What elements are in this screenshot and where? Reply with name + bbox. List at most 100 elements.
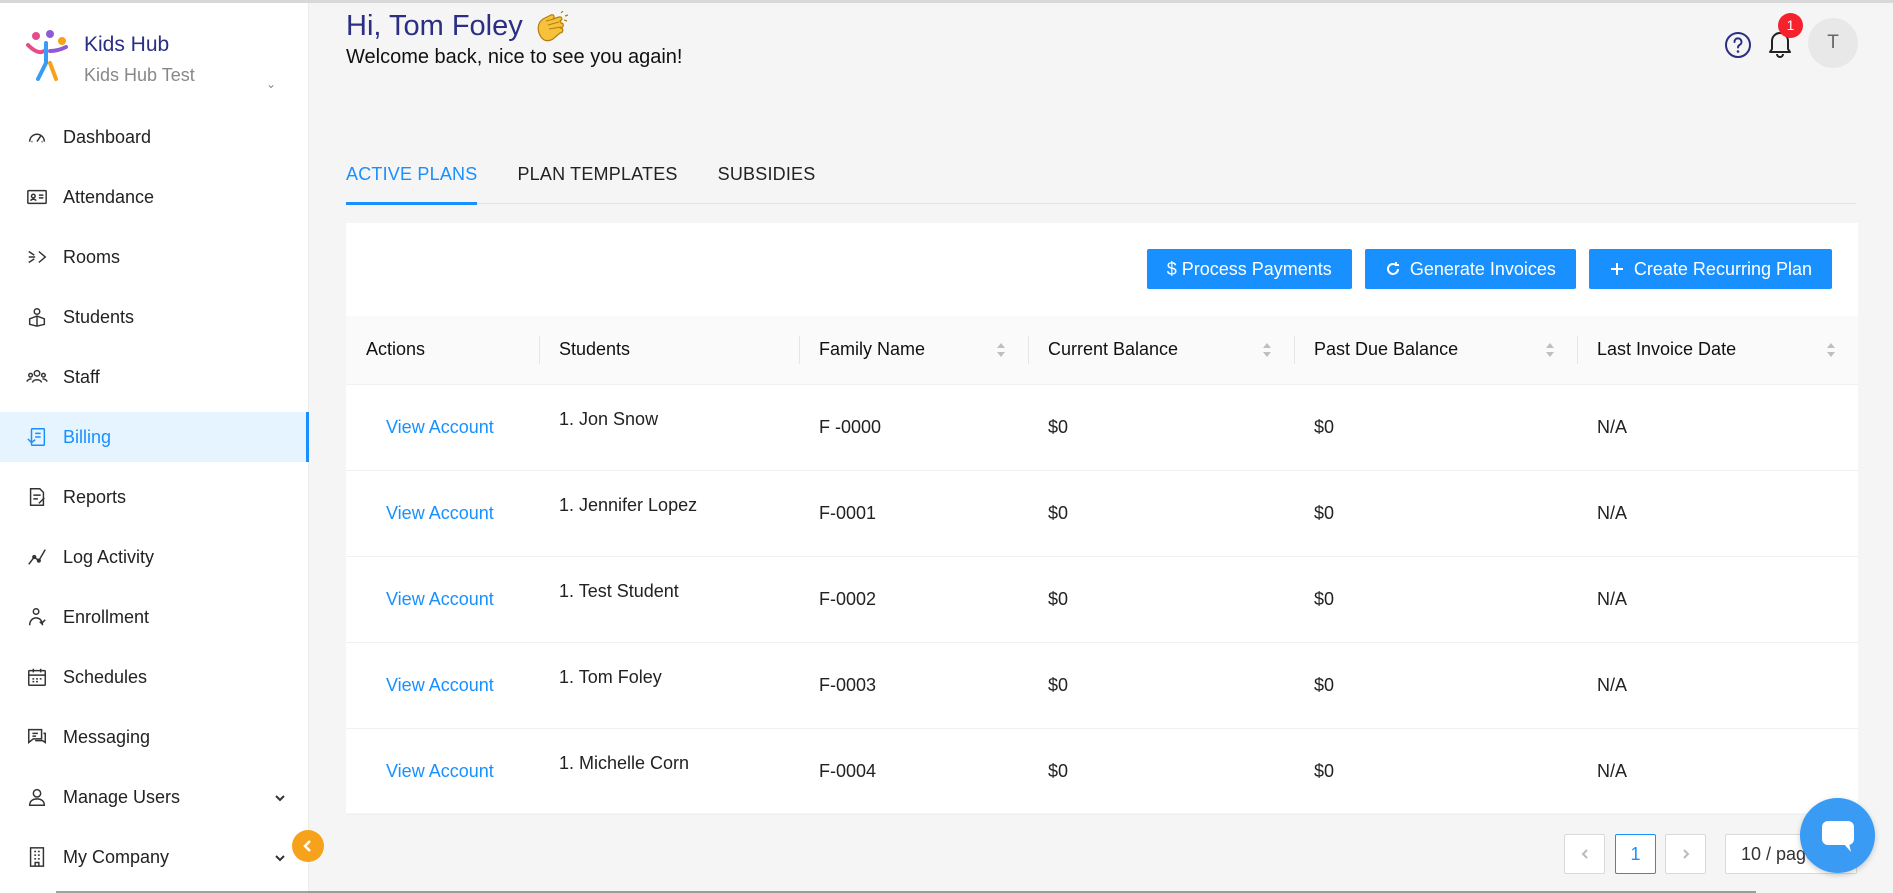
calendar-icon (26, 666, 48, 688)
past-due-balance-cell: $0 (1294, 728, 1577, 815)
sidebar-item-schedules[interactable]: Schedules (0, 652, 309, 702)
students-icon (26, 306, 48, 328)
brand[interactable]: Kids Hub Kids Hub Test (24, 29, 195, 86)
sidebar-item-reports[interactable]: Reports (0, 472, 309, 522)
current-balance-cell: $0 (1028, 642, 1294, 729)
column-header-last-invoice-date[interactable]: Last Invoice Date (1577, 316, 1858, 385)
welcome-text: Welcome back, nice to see you again! (346, 46, 683, 68)
sidebar-item-label: Messaging (63, 726, 151, 747)
sidebar-item-dashboard[interactable]: Dashboard (0, 112, 309, 162)
chat-bubble-icon (1821, 820, 1854, 852)
view-account-link[interactable]: View Account (346, 470, 539, 557)
last-invoice-date-cell: N/A (1577, 470, 1858, 557)
id-card-icon (26, 186, 48, 208)
student-cell: 1. Jon Snow (539, 384, 799, 471)
current-balance-cell: $0 (1028, 728, 1294, 815)
sidebar-item-my-company[interactable]: My Company (0, 832, 309, 882)
staff-icon (26, 366, 48, 388)
last-invoice-date-cell: N/A (1577, 642, 1858, 729)
column-header-actions: Actions (346, 316, 539, 385)
column-header-past-due-balance[interactable]: Past Due Balance (1294, 316, 1577, 385)
chevron-down-icon[interactable] (273, 849, 287, 863)
sidebar-item-label: Staff (63, 366, 100, 387)
table-header-row: Actions Students Family Name Current Bal… (346, 316, 1858, 385)
sidebar-item-enrollment[interactable]: Enrollment (0, 592, 309, 642)
column-header-students: Students (539, 316, 799, 385)
student-cell: 1. Tom Foley (539, 642, 799, 729)
chevron-left-icon (303, 840, 311, 852)
clapping-hands-icon (537, 10, 568, 41)
family-name-cell: F-0001 (799, 470, 1028, 557)
last-invoice-date-cell: N/A (1577, 556, 1858, 643)
sidebar-item-label: Students (63, 306, 135, 327)
sidebar-item-label: Reports (63, 486, 127, 507)
sidebar-item-staff[interactable]: Staff (0, 352, 309, 402)
kids-hub-logo-icon (26, 30, 68, 81)
sort-icon[interactable] (1262, 341, 1272, 359)
past-due-balance-cell: $0 (1294, 642, 1577, 729)
brand-subtitle: Kids Hub Test (84, 65, 195, 85)
help-icon[interactable] (1724, 31, 1752, 59)
billing-tabs: ACTIVE PLANS PLAN TEMPLATES SUBSIDIES (346, 148, 1856, 205)
view-account-link[interactable]: View Account (346, 556, 539, 643)
sidebar-item-students[interactable]: Students (0, 292, 309, 342)
family-name-cell: F-0003 (799, 642, 1028, 729)
sidebar-item-manage-users[interactable]: Manage Users (0, 772, 309, 822)
view-account-link[interactable]: View Account (346, 384, 539, 471)
sidebar-item-label: Manage Users (63, 786, 181, 807)
chevron-down-icon[interactable] (273, 789, 287, 803)
process-payments-button[interactable]: $ Process Payments (1146, 249, 1352, 289)
sidebar-item-attendance[interactable]: Attendance (0, 172, 309, 222)
tab-plan-templates[interactable]: PLAN TEMPLATES (517, 148, 677, 204)
sort-icon[interactable] (1826, 341, 1836, 359)
column-header-family-name[interactable]: Family Name (799, 316, 1028, 385)
sidebar-item-label: Billing (63, 426, 112, 447)
building-icon (26, 846, 48, 868)
sidebar-item-label: My Company (63, 846, 170, 867)
family-name-cell: F -0000 (799, 384, 1028, 471)
student-cell: 1. Jennifer Lopez (539, 470, 799, 557)
speedometer-icon (26, 126, 48, 148)
sidebar-item-billing[interactable]: Billing (0, 412, 309, 462)
tab-active-plans[interactable]: ACTIVE PLANS (346, 148, 478, 205)
sort-icon[interactable] (1545, 341, 1555, 359)
chevron-right-icon (1682, 849, 1689, 859)
table-row: View Account 1. Jennifer Lopez F-0001 $0… (346, 470, 1858, 557)
current-balance-cell: $0 (1028, 470, 1294, 557)
chevron-left-icon (1581, 849, 1588, 859)
company-switch-caret-icon[interactable]: ⌄ (266, 77, 276, 91)
page-1-button[interactable]: 1 (1615, 834, 1656, 874)
sidebar-item-rooms[interactable]: Rooms (0, 232, 309, 282)
current-balance-cell: $0 (1028, 556, 1294, 643)
family-name-cell: F-0002 (799, 556, 1028, 643)
sidebar-item-label: Log Activity (63, 546, 155, 567)
enrollment-icon (26, 606, 48, 628)
prev-page-button[interactable] (1564, 834, 1605, 874)
sidebar-item-label: Dashboard (63, 126, 152, 147)
tab-subsidies[interactable]: SUBSIDIES (718, 148, 816, 204)
chat-support-button[interactable] (1800, 798, 1875, 873)
column-header-current-balance[interactable]: Current Balance (1028, 316, 1294, 385)
create-recurring-plan-button[interactable]: Create Recurring Plan (1588, 249, 1832, 289)
view-account-link[interactable]: View Account (346, 642, 539, 729)
plus-icon (1610, 263, 1623, 275)
generate-invoices-label: Generate Invoices (1409, 258, 1556, 279)
sidebar-item-log-activity[interactable]: Log Activity (0, 532, 309, 582)
user-icon (26, 786, 48, 808)
view-account-link[interactable]: View Account (346, 728, 539, 815)
generate-invoices-button[interactable]: Generate Invoices (1364, 249, 1576, 289)
sidebar-item-messaging[interactable]: Messaging (0, 712, 309, 762)
student-cell: 1. Test Student (539, 556, 799, 643)
activity-line-icon (26, 546, 48, 568)
page-title: Hi, Tom Foley (346, 10, 682, 43)
next-page-button[interactable] (1665, 834, 1706, 874)
sort-icon[interactable] (996, 341, 1006, 359)
past-due-balance-cell: $0 (1294, 556, 1577, 643)
sidebar-collapse-button[interactable] (292, 830, 324, 862)
sidebar-item-label: Enrollment (63, 606, 150, 627)
family-name-cell: F-0004 (799, 728, 1028, 815)
last-invoice-date-cell: N/A (1577, 728, 1858, 815)
avatar[interactable]: T (1808, 18, 1858, 68)
table-row: View Account 1. Tom Foley F-0003 $0 $0 N… (346, 642, 1858, 729)
notification-badge: 1 (1778, 13, 1803, 38)
